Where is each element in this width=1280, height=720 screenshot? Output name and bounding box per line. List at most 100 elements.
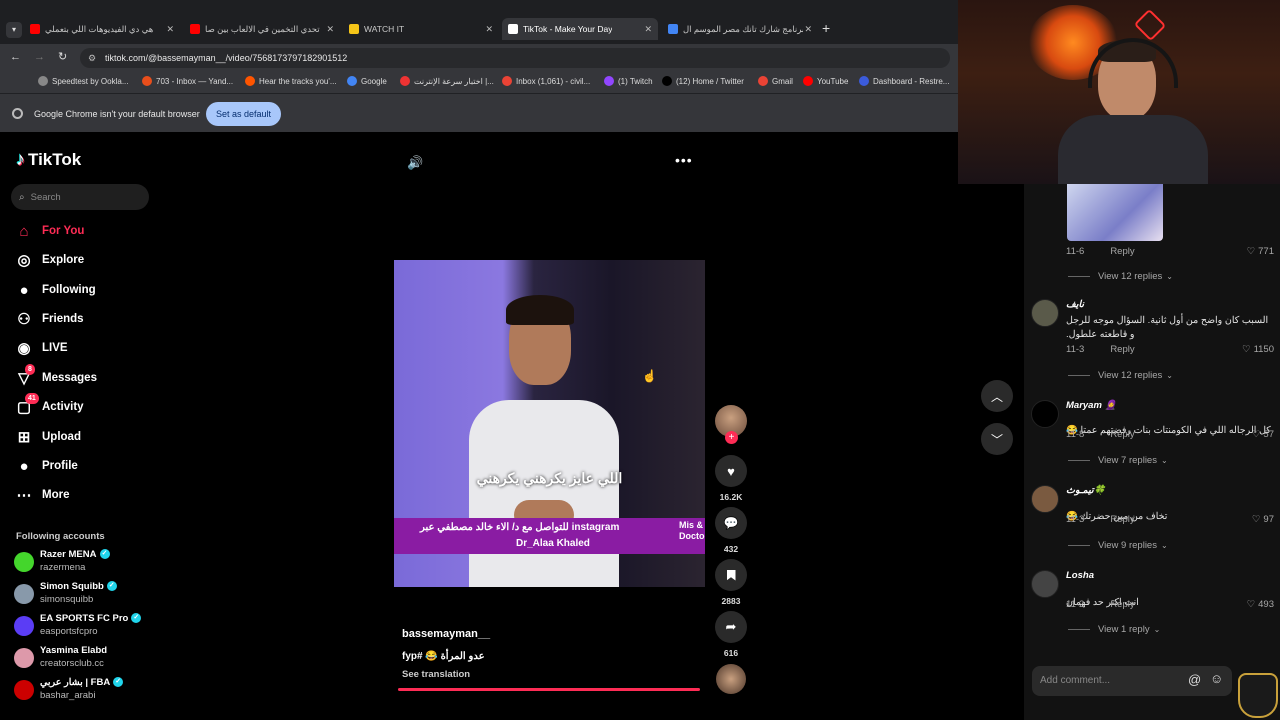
mute-icon[interactable]: 🔊 xyxy=(407,155,423,171)
commenter-name[interactable]: نايف xyxy=(1066,299,1084,310)
like-button[interactable]: ♥ xyxy=(715,455,747,487)
video-player[interactable]: اللي عايز يكرهني يكرهني للتواصل مع د/ ال… xyxy=(394,260,705,587)
following-account[interactable]: Yasmina Elabd creatorsclub.cc xyxy=(14,645,107,669)
account-name-text: Yasmina Elabd xyxy=(40,645,108,656)
comment-button[interactable]: 💬 xyxy=(715,507,747,539)
view-replies-button[interactable]: View 7 replies ⌄ xyxy=(1068,455,1168,466)
commenter-avatar[interactable] xyxy=(1031,485,1059,513)
browser-tab[interactable]: برنامج شارك تانك مصر الموسم ال ✕ xyxy=(662,18,818,40)
tab-search-button[interactable]: ▾ xyxy=(6,22,22,38)
close-tab-icon[interactable]: ✕ xyxy=(326,24,334,35)
reload-icon[interactable]: ↻ xyxy=(58,50,67,63)
bookmark-item[interactable]: Inbox (1,061) - civil... xyxy=(502,76,590,86)
following-account[interactable]: Simon Squibb ✓ simonsquibb xyxy=(14,581,117,605)
close-tab-icon[interactable]: ✕ xyxy=(485,24,493,35)
view-replies-button[interactable]: View 12 replies ⌄ xyxy=(1068,370,1173,381)
emoji-icon[interactable]: ☺ xyxy=(1210,671,1223,686)
commenter-name[interactable]: تيمـوث🍀 xyxy=(1066,485,1105,496)
tab-title: تحدي التخمين في الالعاب بين صا xyxy=(205,23,320,34)
infobar-message: Google Chrome isn't your default browser xyxy=(34,109,200,119)
raad-badge-logo xyxy=(1238,673,1278,718)
music-disc-avatar[interactable] xyxy=(716,664,746,694)
bookmark-item[interactable]: YouTube xyxy=(803,76,848,86)
commenter-name[interactable]: Losha xyxy=(1066,570,1094,581)
comment-like-button[interactable]: ♡ 1150 xyxy=(1242,344,1274,355)
forward-icon[interactable]: → xyxy=(34,51,45,63)
reply-button[interactable]: Reply xyxy=(1110,599,1134,610)
verified-check-icon: ✓ xyxy=(99,549,110,560)
video-progress-bar[interactable] xyxy=(398,688,700,691)
video-author[interactable]: bassemayman__ xyxy=(402,628,490,640)
commenter-avatar[interactable] xyxy=(1031,299,1059,327)
set-as-default-button[interactable]: Set as default xyxy=(206,102,281,126)
comment-like-button[interactable]: ♡ 97 xyxy=(1252,514,1274,525)
commenter-name[interactable]: Maryam 🧕 xyxy=(1066,400,1116,411)
video-banner: للتواصل مع د/ الاء خالد مصطفي عبر instag… xyxy=(394,518,705,554)
bookmark-item[interactable]: Dashboard - Restre... xyxy=(859,76,949,86)
nav-item-more[interactable]: ⋯ More xyxy=(15,486,70,504)
previous-video-button[interactable]: ︿ xyxy=(981,380,1013,412)
browser-tab[interactable]: WATCH IT ✕ xyxy=(343,18,499,40)
save-button[interactable] xyxy=(715,559,747,591)
nav-label: Messages xyxy=(42,372,97,384)
nav-item-messages[interactable]: ▽ Messages 8 xyxy=(15,364,97,387)
bookmark-label: (12) Home / Twitter xyxy=(676,76,744,86)
nav-item-friends[interactable]: ⚇ Friends xyxy=(15,310,83,328)
view-replies-button[interactable]: View 12 replies ⌄ xyxy=(1068,271,1173,282)
following-account[interactable]: Razer MENA ✓ razermena xyxy=(14,549,110,573)
more-options-icon[interactable]: ••• xyxy=(675,152,693,168)
nav-item-explore[interactable]: ◎ Explore xyxy=(15,251,84,269)
bookmark-item[interactable]: Speedtest by Ookla... xyxy=(38,76,129,86)
following-account[interactable]: بشار عربي | FBA ✓ bashar_arabi xyxy=(14,677,124,701)
add-comment-input[interactable]: Add comment... @ ☺ xyxy=(1032,666,1232,696)
tiktok-logo[interactable]: ♪ TikTok xyxy=(16,149,81,170)
commenter-avatar[interactable] xyxy=(1031,570,1059,598)
follow-plus-icon[interactable]: + xyxy=(725,431,738,444)
address-bar[interactable]: ⚙ tiktok.com/@bassemayman__/video/756817… xyxy=(80,48,950,68)
bookmark-item[interactable]: Google xyxy=(347,76,387,86)
next-video-button[interactable]: ﹀ xyxy=(981,423,1013,455)
bookmark-item[interactable]: 703 - Inbox — Yand... xyxy=(142,76,233,86)
close-tab-icon[interactable]: ✕ xyxy=(804,24,812,35)
commenter-avatar[interactable] xyxy=(1031,400,1059,428)
bookmark-item[interactable]: (12) Home / Twitter xyxy=(662,76,744,86)
heart-outline-icon: ♡ xyxy=(1242,344,1251,355)
share-button[interactable]: ➦ xyxy=(715,611,747,643)
nav-item-upload[interactable]: ⊞ Upload xyxy=(15,428,81,446)
nav-item-live[interactable]: ◉ LIVE xyxy=(15,339,67,357)
bookmark-item[interactable]: اختبار سرعة الإنترنت |... xyxy=(400,76,494,86)
nav-item-for-you[interactable]: ⌂ For You xyxy=(15,222,84,240)
mention-icon[interactable]: @ xyxy=(1188,672,1201,687)
nav-item-profile[interactable]: ● Profile xyxy=(15,457,77,475)
browser-tab[interactable]: TikTok - Make Your Day ✕ xyxy=(502,18,658,40)
avatar xyxy=(14,648,34,668)
back-icon[interactable]: ← xyxy=(10,51,21,63)
reply-button[interactable]: Reply xyxy=(1110,344,1134,355)
browser-tab[interactable]: تحدي التخمين في الالعاب بين صا ✕ xyxy=(184,18,340,40)
account-name: Razer MENA ✓ xyxy=(40,549,110,560)
site-info-icon[interactable]: ⚙ xyxy=(88,48,96,68)
reply-button[interactable]: Reply xyxy=(1110,514,1134,525)
comment-like-button[interactable]: ♡ 493 xyxy=(1247,599,1274,610)
comment-like-button[interactable]: ♡ 771 xyxy=(1247,246,1274,257)
heart-outline-icon: ♡ xyxy=(1246,246,1256,257)
view-replies-button[interactable]: View 1 reply ⌄ xyxy=(1068,624,1160,635)
new-tab-button[interactable]: + xyxy=(822,20,830,36)
following-account[interactable]: EA SPORTS FC Pro ✓ easportsfcpro xyxy=(14,613,142,637)
browser-tab[interactable]: هي دي الفيديوهات اللي بتعملي ✕ xyxy=(24,18,180,40)
bookmark-item[interactable]: Gmail xyxy=(758,76,793,86)
bookmark-label: Inbox (1,061) - civil... xyxy=(516,76,591,86)
close-tab-icon[interactable]: ✕ xyxy=(644,24,652,35)
nav-item-following[interactable]: ● Following xyxy=(15,281,95,299)
bookmark-item[interactable]: (1) Twitch xyxy=(604,76,653,86)
reply-button[interactable]: Reply xyxy=(1110,429,1134,440)
comment-image-sticker[interactable] xyxy=(1067,184,1163,241)
comment-like-button[interactable]: ♡ 57 xyxy=(1252,429,1274,440)
see-translation-link[interactable]: See translation xyxy=(402,669,470,680)
nav-item-activity[interactable]: ▢ Activity 41 xyxy=(15,393,84,416)
bookmark-item[interactable]: Hear the tracks you'... xyxy=(245,76,337,86)
close-tab-icon[interactable]: ✕ xyxy=(166,24,174,35)
search-input[interactable]: ⌕ Search xyxy=(11,184,149,210)
reply-button[interactable]: Reply xyxy=(1110,246,1134,257)
view-replies-button[interactable]: View 9 replies ⌄ xyxy=(1068,540,1168,551)
